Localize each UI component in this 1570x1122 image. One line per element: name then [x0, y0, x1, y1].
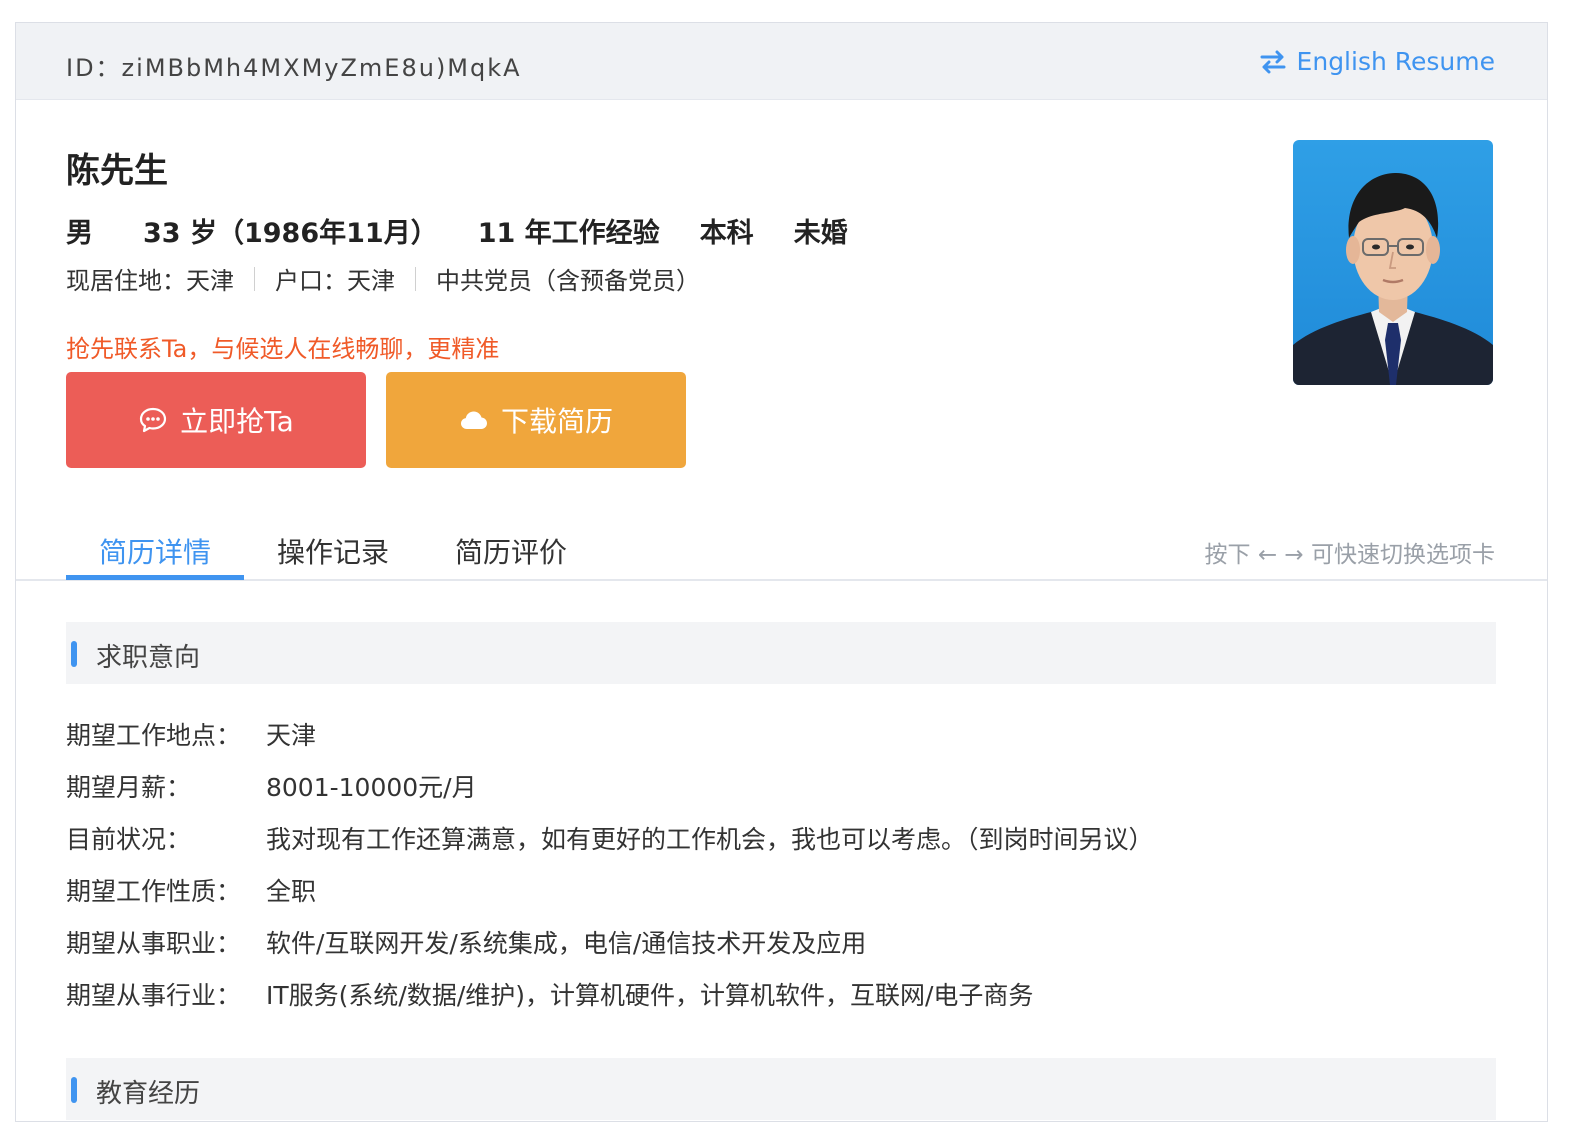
field-row: 期望工作地点： 天津: [66, 708, 1154, 760]
download-resume-button[interactable]: 下载简历: [386, 372, 686, 468]
residence: 现居住地：天津: [66, 267, 234, 295]
field-value: IT服务(系统/数据/维护)，计算机硬件，计算机软件，互联网/电子商务: [266, 981, 1034, 1010]
active-tab-indicator: [66, 575, 244, 580]
swap-arrows-icon: [1260, 50, 1286, 73]
field-label: 目前状况：: [66, 825, 192, 854]
field-row: 期望从事行业： IT服务(系统/数据/维护)，计算机硬件，计算机软件，互联网/电…: [66, 968, 1154, 1020]
field-value: 我对现有工作还算满意，如有更好的工作机会，我也可以考虑。（到岗时间另议）: [266, 825, 1154, 854]
age: 33 岁（1986年11月）: [143, 218, 438, 249]
candidate-summary: 男 33 岁（1986年11月） 11 年工作经验 本科 未婚: [66, 211, 888, 250]
gender: 男: [66, 218, 93, 249]
section-title: 教育经历: [96, 1079, 201, 1109]
field-row: 期望工作性质： 全职: [66, 864, 1154, 916]
tab-operation-log[interactable]: 操作记录: [277, 531, 389, 571]
hukou: 户口：天津: [275, 267, 395, 295]
section-title: 求职意向: [96, 643, 201, 673]
download-button-label: 下载简历: [500, 405, 613, 438]
candidate-photo: [1293, 140, 1493, 385]
field-value: 全职: [266, 877, 317, 906]
section-header-education: 教育经历: [66, 1058, 1496, 1120]
candidate-name: 陈先生: [66, 151, 168, 191]
id-bar: ID：ziMBbMh4MXMyZmE8u)MqkA English Resume: [16, 23, 1547, 100]
grab-button-label: 立即抢Ta: [180, 405, 294, 438]
grab-candidate-button[interactable]: 立即抢Ta: [66, 372, 366, 468]
divider: [254, 266, 255, 291]
field-row: 期望月薪： 8001-10000元/月: [66, 760, 1154, 812]
section-header-job-intent: 求职意向: [66, 622, 1496, 684]
chat-bubble-icon: [140, 407, 167, 433]
field-value: 天津: [266, 721, 317, 750]
resume-card: ID：ziMBbMh4MXMyZmE8u)MqkA English Resume…: [15, 22, 1548, 1122]
avatar: [1293, 140, 1493, 385]
field-row: 目前状况： 我对现有工作还算满意，如有更好的工作机会，我也可以考虑。（到岗时间另…: [66, 812, 1154, 864]
job-intent-fields: 期望工作地点： 天津 期望月薪： 8001-10000元/月 目前状况： 我对现…: [66, 708, 1154, 1020]
tab-keyboard-hint: 按下 ← → 可快速切换选项卡: [1204, 542, 1495, 568]
field-label: 期望从事职业：: [66, 929, 242, 958]
field-label: 期望工作地点：: [66, 721, 242, 750]
political-status: 中共党员（含预备党员）: [436, 267, 700, 295]
field-label: 期望月薪：: [66, 773, 192, 802]
section-marker: [71, 1077, 77, 1103]
marital-status: 未婚: [793, 218, 848, 249]
tab-resume-review[interactable]: 简历评价: [455, 531, 567, 571]
candidate-details: 现居住地：天津 户口：天津 中共党员（含预备党员）: [66, 261, 700, 296]
field-row: 期望从事职业： 软件/互联网开发/系统集成，电信/通信技术开发及应用: [66, 916, 1154, 968]
english-resume-label: English Resume: [1296, 47, 1495, 76]
tab-bar: 简历详情 操作记录 简历评价 按下 ← → 可快速切换选项卡: [16, 513, 1547, 581]
field-label: 期望从事行业：: [66, 981, 242, 1010]
tab-resume-details[interactable]: 简历详情: [99, 531, 211, 571]
cloud-icon: [460, 411, 487, 429]
work-experience: 11 年工作经验: [477, 218, 660, 249]
field-value: 8001-10000元/月: [266, 773, 477, 802]
education-level: 本科: [699, 218, 754, 249]
section-marker: [71, 641, 77, 667]
english-resume-link[interactable]: English Resume: [1259, 47, 1495, 76]
divider: [415, 266, 416, 291]
resume-id: ID：ziMBbMh4MXMyZmE8u)MqkA: [66, 54, 522, 82]
field-value: 软件/互联网开发/系统集成，电信/通信技术开发及应用: [266, 929, 867, 958]
field-label: 期望工作性质：: [66, 877, 242, 906]
promo-text: 抢先联系Ta，与候选人在线畅聊，更精准: [66, 335, 500, 363]
